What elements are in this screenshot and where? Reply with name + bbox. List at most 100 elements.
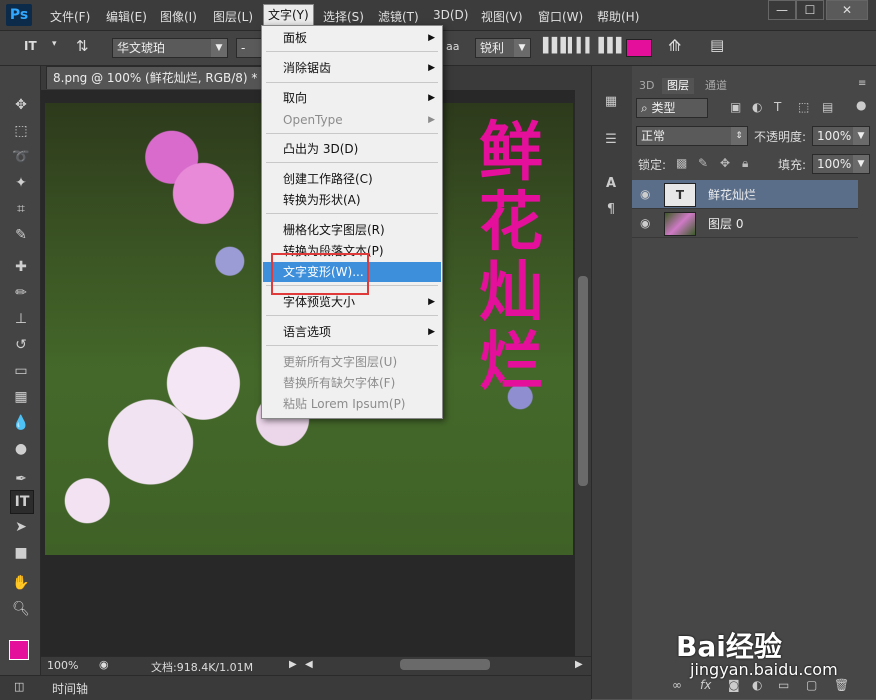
move-tool-icon[interactable]: ✥ — [10, 94, 32, 116]
minimize-button[interactable]: — — [768, 0, 796, 20]
visibility-eye-icon[interactable]: ◉ — [640, 187, 650, 201]
blend-mode-select[interactable]: 正常 ⇕ — [636, 126, 748, 146]
menu-item-rasterize[interactable]: 栅格化文字图层(R) — [263, 220, 441, 240]
scroll-left-icon[interactable]: ◀ — [305, 659, 313, 670]
add-mask-icon[interactable]: ◙ — [728, 678, 740, 692]
brush-tool-icon[interactable]: ✏ — [10, 282, 32, 304]
menu-help[interactable]: 帮助(H) — [597, 8, 639, 25]
lock-all-icon[interactable]: 🔒︎ — [742, 156, 748, 171]
new-layer-icon[interactable]: ▢ — [806, 678, 817, 692]
tab-channels[interactable]: 通道 — [700, 78, 732, 94]
pen-tool-icon[interactable]: ✒ — [10, 468, 32, 490]
layer-row-text[interactable]: ◉ T 鲜花灿烂 — [632, 180, 858, 209]
layer-name[interactable]: 图层 0 — [708, 215, 743, 232]
warp-text-icon[interactable]: ⟰ — [668, 36, 681, 55]
panel-menu-icon[interactable]: ≡ — [858, 78, 866, 89]
zoom-level[interactable]: 100% — [47, 659, 78, 672]
menu-filter[interactable]: 滤镜(T) — [378, 8, 419, 25]
layer-name[interactable]: 鲜花灿烂 — [708, 186, 756, 203]
timeline-icon[interactable]: ◫ — [14, 680, 24, 693]
menu-item-create-work-path[interactable]: 创建工作路径(C) — [263, 169, 441, 189]
paragraph-icon[interactable]: ¶ — [600, 200, 622, 220]
lock-transparent-icon[interactable]: ▩ — [676, 156, 687, 170]
filter-shape-icon[interactable]: ⬚ — [798, 100, 809, 114]
timeline-tab[interactable]: 时间轴 — [52, 680, 88, 697]
filter-pixel-icon[interactable]: ▣ — [730, 100, 741, 114]
lock-move-icon[interactable]: ✥ — [720, 156, 730, 170]
link-layers-icon[interactable]: ∞ — [672, 678, 682, 692]
type-tool-icon[interactable]: IT — [24, 39, 37, 53]
chevron-down-icon[interactable]: ▾ — [52, 39, 57, 49]
align-center-icon[interactable]: ▍▍▍ — [568, 38, 596, 54]
lock-paint-icon[interactable]: ✎ — [698, 156, 708, 170]
menu-view[interactable]: 视图(V) — [481, 8, 523, 25]
eraser-icon[interactable]: ▭ — [10, 360, 32, 382]
layer-row-image[interactable]: ◉ 图层 0 — [632, 209, 858, 238]
opacity-field[interactable]: 100% ▼ — [812, 126, 870, 146]
text-color-swatch[interactable] — [626, 39, 652, 57]
vertical-text-layer[interactable]: 鲜 花 灿 烂 — [473, 118, 549, 398]
new-group-icon[interactable]: ▭ — [778, 678, 789, 692]
filter-toggle-icon[interactable]: ● — [856, 98, 866, 112]
horizontal-scroll-thumb[interactable] — [400, 659, 490, 670]
dodge-tool-icon[interactable]: ● — [10, 438, 32, 460]
history-brush-icon[interactable]: ↺ — [10, 334, 32, 356]
filter-type-icon[interactable]: T — [774, 100, 781, 114]
hand-tool-icon[interactable]: ✋ — [10, 572, 32, 594]
menu-3d[interactable]: 3D(D) — [433, 8, 468, 22]
tab-layers[interactable]: 图层 — [662, 78, 694, 94]
blur-tool-icon[interactable]: 💧 — [10, 412, 32, 434]
delete-layer-icon[interactable]: 🗑︎ — [834, 678, 849, 692]
document-tab[interactable]: 8.png @ 100% (鲜花灿烂, RGB/8) * × — [46, 66, 282, 89]
close-window-button[interactable]: ✕ — [826, 0, 868, 20]
histogram-icon[interactable]: ▦ — [600, 92, 622, 112]
font-style-select[interactable]: - — [236, 38, 264, 58]
lasso-tool-icon[interactable]: ➰ — [10, 146, 32, 168]
layer-filter-select[interactable]: ⌕ 类型 — [636, 98, 708, 118]
magic-wand-icon[interactable]: ✦ — [10, 172, 32, 194]
foreground-color-swatch[interactable] — [9, 640, 29, 660]
menu-select[interactable]: 选择(S) — [323, 8, 364, 25]
menu-edit[interactable]: 编辑(E) — [106, 8, 147, 25]
tab-3d[interactable]: 3D — [634, 78, 659, 94]
menu-file[interactable]: 文件(F) — [50, 8, 90, 25]
menu-window[interactable]: 窗口(W) — [538, 8, 583, 25]
layer-style-icon[interactable]: fx — [700, 678, 711, 692]
shape-tool-icon[interactable]: ■ — [10, 542, 32, 564]
maximize-button[interactable]: ☐ — [796, 0, 824, 20]
gradient-tool-icon[interactable]: ▦ — [10, 386, 32, 408]
filter-adjust-icon[interactable]: ◐ — [752, 100, 762, 114]
menu-type[interactable]: 文字(Y) — [263, 4, 314, 26]
properties-icon[interactable]: ☰ — [600, 130, 622, 150]
scroll-right-icon[interactable]: ▶ — [575, 659, 583, 670]
character-panel-icon[interactable]: ▤ — [710, 36, 724, 54]
antialias-select[interactable]: 锐利 ▼ — [475, 38, 531, 58]
fill-field[interactable]: 100% ▼ — [812, 154, 870, 174]
menu-item-language-options[interactable]: 语言选项 ▶ — [263, 322, 441, 342]
menu-item-orientation[interactable]: 取向 ▶ — [263, 88, 441, 108]
stamp-tool-icon[interactable]: ⊥ — [10, 308, 32, 330]
adjustment-layer-icon[interactable]: ◐ — [752, 678, 762, 692]
menu-item-antialias[interactable]: 消除锯齿 ▶ — [263, 58, 441, 78]
eyedropper-icon[interactable]: ✎ — [10, 224, 32, 246]
status-icon[interactable]: ◉ — [99, 658, 109, 671]
orientation-toggle-icon[interactable]: ⇅ — [76, 37, 89, 55]
font-family-select[interactable]: 华文琥珀 ▼ — [112, 38, 228, 58]
menu-image[interactable]: 图像(I) — [160, 8, 197, 25]
marquee-tool-icon[interactable]: ⬚ — [10, 120, 32, 142]
align-right-icon[interactable]: ▐▐▐ — [593, 38, 621, 54]
healing-brush-icon[interactable]: ✚ — [10, 256, 32, 278]
vertical-scroll-thumb[interactable] — [578, 276, 588, 486]
path-select-icon[interactable]: ➤ — [10, 516, 32, 538]
menu-item-extrude-3d[interactable]: 凸出为 3D(D) — [263, 139, 441, 159]
menu-layer[interactable]: 图层(L) — [213, 8, 253, 25]
menu-item-convert-to-shape[interactable]: 转换为形状(A) — [263, 190, 441, 210]
menu-item-panels[interactable]: 面板 ▶ — [263, 28, 441, 48]
play-arrow-icon[interactable]: ▶ — [289, 659, 297, 670]
zoom-tool-icon[interactable]: 🔍︎ — [10, 598, 32, 620]
character-icon[interactable]: A — [600, 174, 622, 194]
align-left-icon[interactable]: ▌▌▌ — [543, 38, 571, 54]
filter-smart-icon[interactable]: ▤ — [822, 100, 833, 114]
crop-tool-icon[interactable]: ⌗ — [10, 198, 32, 220]
type-tool-icon[interactable]: IT — [10, 490, 34, 514]
